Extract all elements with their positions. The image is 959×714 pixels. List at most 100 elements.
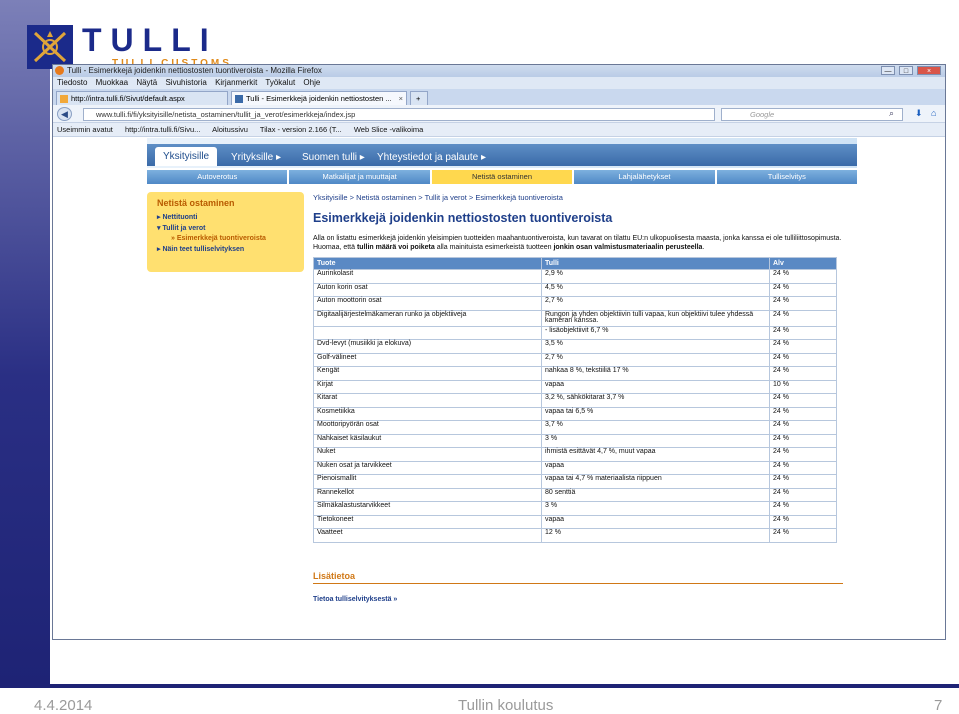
intro-part: . (702, 244, 705, 251)
nav-yrityksille[interactable]: Yrityksille ▸ (231, 152, 281, 163)
cell-alv: 24 % (769, 420, 837, 435)
slide-bottom-line (0, 684, 959, 688)
nav-yhteystiedot[interactable]: Yhteystiedot ja palaute ▸ (377, 152, 486, 163)
search-icon[interactable]: ⌕ (889, 108, 894, 119)
nav-yksityisille[interactable]: Yksityisille (155, 147, 218, 166)
table-row: Auton korin osat 4,5 % 24 % (313, 282, 837, 297)
nav-suomen-tulli[interactable]: Suomen tulli ▸ (302, 152, 365, 163)
cell-tulli: 2,7 % (541, 352, 770, 367)
slide-footer-title: Tullin koulutus (458, 697, 554, 714)
subnav-netista-ostaminen[interactable]: Netistä ostaminen (431, 170, 573, 184)
cell-tulli: 4,5 % (541, 282, 770, 297)
cell-tuote: Kengät (313, 366, 542, 381)
cell-alv: 24 % (769, 447, 837, 462)
cell-alv: 24 % (769, 325, 837, 340)
intro-emphasis: tullin määrä voi poiketa (356, 244, 435, 251)
menu-item-help[interactable]: Ohje (303, 78, 320, 87)
cell-tulli: 80 senttiä (541, 487, 770, 502)
search-input[interactable]: Google (721, 108, 903, 121)
cell-tuote: Auton moottorin osat (313, 296, 542, 311)
cell-alv: 24 % (769, 474, 837, 489)
bookmark-tilax[interactable]: Tilax - version 2.166 (T... (260, 125, 342, 134)
cell-tuote: Golf-välineet (313, 352, 542, 367)
cell-tuote: Vaatteet (313, 528, 542, 543)
sidebar-item-esimerkkeja[interactable]: » Esimerkkejä tuontiveroista (171, 235, 294, 242)
table-row: Aurinkolasit 2,9 % 24 % (313, 269, 837, 284)
bookmark-web-slice[interactable]: Web Slice -valikoima (354, 125, 423, 134)
menu-item-history[interactable]: Sivuhistoria (165, 78, 206, 87)
table-row: Kirjat vapaa 10 % (313, 379, 837, 394)
browser-tab-intra[interactable]: http://intra.tulli.fi/Sivut/default.aspx (56, 91, 228, 105)
web-page: Yksityisille Yrityksille ▸ Suomen tulli … (147, 138, 858, 639)
cell-alv: 24 % (769, 366, 837, 381)
bookmarks-toolbar: Useimmin avatut http://intra.tulli.fi/Si… (53, 123, 945, 137)
table-row: Moottoripyörän osat 3,7 % 24 % (313, 420, 837, 435)
cell-tulli: 2,7 % (541, 296, 770, 311)
column-header-tulli: Tulli (541, 257, 770, 270)
table-row: Golf-välineet 2,7 % 24 % (313, 352, 837, 367)
cell-tuote (313, 325, 542, 340)
table-row: Pienoismallit vapaa tai 4,7 % materiaalis… (313, 474, 837, 489)
menu-item-tools[interactable]: Työkalut (265, 78, 295, 87)
cell-alv: 24 % (769, 460, 837, 475)
tab-label: Tulli - Esimerkkejä joidenkin nettiostos… (246, 94, 392, 103)
table-row: Kosmetiikka vapaa tai 6,5 % 24 % (313, 406, 837, 421)
cell-tulli: nahkaa 8 %, tekstiiliä 17 % (541, 366, 770, 381)
cell-tulli: vapaa (541, 379, 770, 394)
minimize-button[interactable]: — (881, 66, 895, 75)
subnav-matkailijat[interactable]: Matkailijat ja muuttajat (289, 170, 430, 184)
cell-alv: 24 % (769, 352, 837, 367)
cell-tuote: Nahkaiset käsilaukut (313, 433, 542, 448)
slide-page-number: 7 (934, 697, 943, 714)
main-content: Yksityisille > Netistä ostaminen > Tulli… (313, 193, 843, 603)
maximize-button[interactable]: □ (899, 66, 913, 75)
slide-left-bar (0, 0, 50, 684)
more-info-heading: Lisätietoa (313, 571, 843, 584)
subnav-tulliselvitys[interactable]: Tulliselvitys (716, 170, 858, 184)
table-row: Rannekellot 80 senttiä 24 % (313, 487, 837, 502)
intro-part: alla mainituista esimerkeistä tuotteen (434, 244, 554, 251)
address-bar[interactable]: www.tulli.fi/fi/yksityisille/netista_ost… (83, 108, 715, 121)
cell-tulli: vapaa (541, 460, 770, 475)
cell-tulli: vapaa tai 4,7 % materiaalista riippuen (541, 474, 770, 489)
page-title: Esimerkkejä joidenkin nettiostosten tuon… (313, 211, 613, 225)
browser-tab-tulli[interactable]: Tulli - Esimerkkejä joidenkin nettiostos… (231, 91, 407, 105)
tab-close-icon[interactable]: × (399, 92, 403, 105)
table-row: Nuket ihmistä esittävät 4,7 %, muut vapaa… (313, 447, 837, 462)
back-arrow-icon[interactable]: ◀ (57, 107, 72, 121)
home-icon[interactable]: ⌂ (931, 108, 936, 118)
subnav-autoverotus[interactable]: Autoverotus (147, 170, 288, 184)
cell-alv: 24 % (769, 487, 837, 502)
cell-tuote: Tietokoneet (313, 514, 542, 529)
menu-item-edit[interactable]: Muokkaa (96, 78, 128, 87)
bookmark-intra[interactable]: http://intra.tulli.fi/Sivu... (125, 125, 200, 134)
sidebar-item-tulliselvitys[interactable]: ▸ Näin teet tulliselvityksen (157, 245, 294, 253)
close-button[interactable]: × (917, 66, 941, 75)
cell-tulli: 3,2 %, sähkökitarat 3,7 % (541, 393, 770, 408)
cell-tulli: 3 % (541, 501, 770, 516)
bookmark-start-page[interactable]: Aloitussivu (212, 125, 248, 134)
sidebar-item-nettituonti[interactable]: ▸ Nettituonti (157, 213, 294, 221)
cell-tulli: 3,7 % (541, 420, 770, 435)
cell-tuote: Silmäkalastustarvikkeet (313, 501, 542, 516)
bookmark-most-visited[interactable]: Useimmin avatut (57, 125, 113, 134)
table-row: Vaatteet 12 % 24 % (313, 528, 837, 543)
menu-item-file[interactable]: Tiedosto (57, 78, 87, 87)
new-tab-button[interactable]: + (410, 91, 428, 105)
sidebar-item-tullit-ja-verot[interactable]: ▾ Tullit ja verot (157, 224, 294, 232)
subnav-lahjalahetykset[interactable]: Lahjalähetykset (574, 170, 715, 184)
download-icon[interactable]: ⬇ (915, 108, 923, 119)
table-row: Nahkaiset käsilaukut 3 % 24 % (313, 433, 837, 448)
cell-tulli: - lisäobjektiivit 6,7 % (541, 325, 770, 340)
cell-alv: 24 % (769, 514, 837, 529)
cell-tuote: Kitarat (313, 393, 542, 408)
breadcrumb[interactable]: Yksityisille > Netistä ostaminen > Tulli… (313, 193, 843, 202)
menu-item-bookmarks[interactable]: Kirjanmerkit (215, 78, 257, 87)
cell-tuote: Nuket (313, 447, 542, 462)
page-favicon-icon (60, 95, 68, 103)
slide: TULLI TULLI CUSTOMS Tulli - Esimerkkejä … (0, 0, 959, 714)
more-info-link[interactable]: Tietoa tulliselvityksestä » (313, 596, 843, 603)
cell-tulli: 3 % (541, 433, 770, 448)
table-row: Auton moottorin osat 2,7 % 24 % (313, 296, 837, 311)
menu-item-view[interactable]: Näytä (136, 78, 157, 87)
